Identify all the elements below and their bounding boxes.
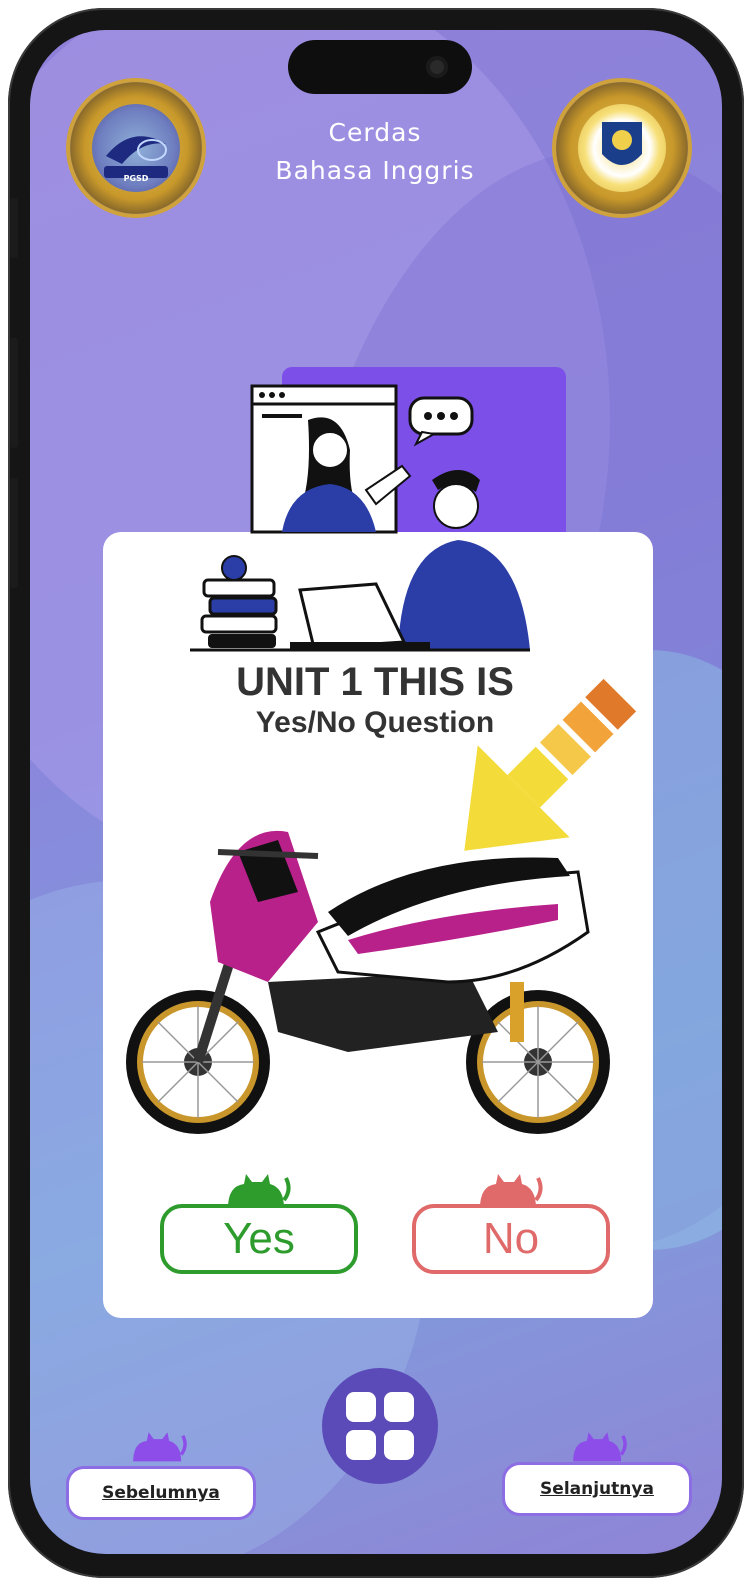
cat-prev-icon xyxy=(133,1432,187,1462)
yes-button-label: Yes xyxy=(223,1214,295,1263)
app-title-line2: Bahasa Inggris xyxy=(275,156,475,185)
no-button-label: No xyxy=(482,1214,540,1263)
no-button[interactable]: No xyxy=(412,1204,610,1274)
camera-icon xyxy=(426,56,448,78)
grid-menu-button[interactable] xyxy=(322,1368,438,1484)
motorcycle-illustration xyxy=(126,830,610,1134)
grid-menu-icon xyxy=(322,1368,438,1484)
university-seal-icon: PGSD xyxy=(70,82,202,214)
previous-button-label: Sebelumnya xyxy=(102,1483,220,1503)
side-button-silent xyxy=(10,198,18,258)
yes-button[interactable]: Yes xyxy=(160,1204,358,1274)
cat-next-icon xyxy=(573,1432,627,1462)
seal-caption: PGSD xyxy=(123,174,149,183)
app-title-line1: Cerdas xyxy=(328,118,422,147)
next-button[interactable]: Selanjutnya xyxy=(502,1462,692,1516)
previous-button[interactable]: Sebelumnya xyxy=(66,1466,256,1520)
university-emblem-icon xyxy=(556,82,688,214)
side-button-volume-down xyxy=(10,478,18,588)
study-illustration xyxy=(190,384,530,652)
emblem-shield xyxy=(602,122,642,165)
next-button-label: Selanjutnya xyxy=(540,1479,654,1499)
side-button-volume-up xyxy=(10,338,18,448)
